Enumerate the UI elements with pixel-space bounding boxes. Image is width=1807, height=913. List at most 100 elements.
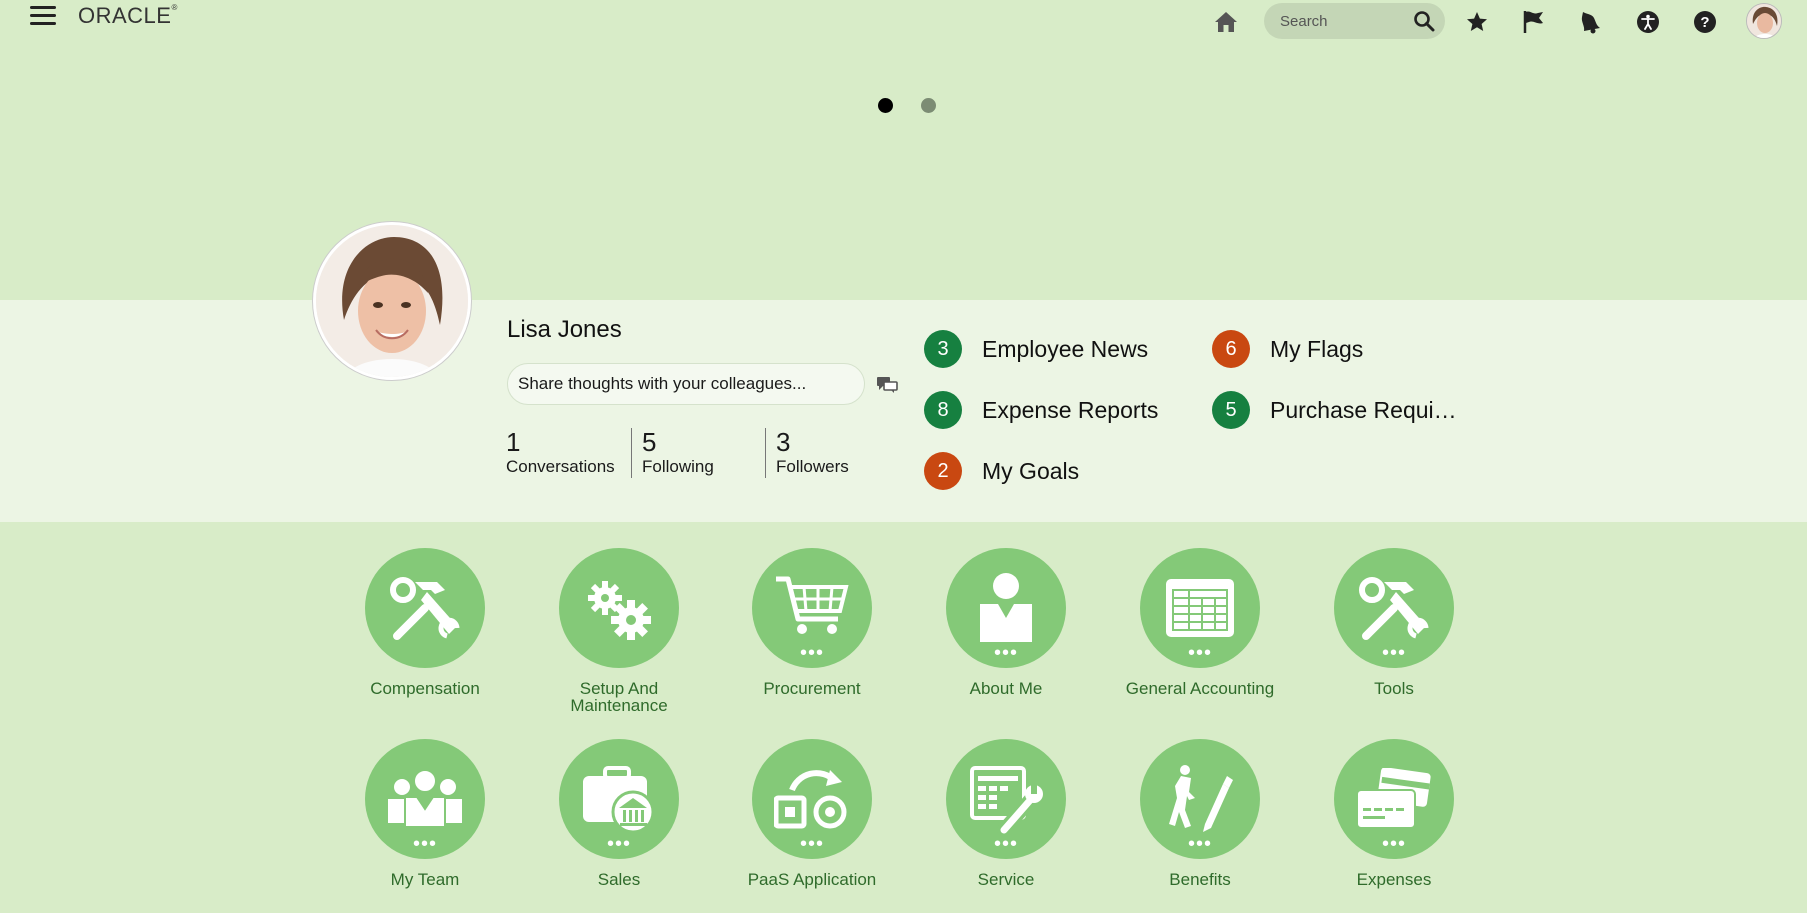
app-label: Benefits bbox=[1169, 870, 1231, 889]
team-icon bbox=[388, 769, 462, 828]
app-label: PaaS Application bbox=[747, 870, 877, 889]
accessibility-icon[interactable] bbox=[1634, 8, 1662, 36]
share-thoughts-field[interactable] bbox=[507, 363, 865, 405]
stat-label: Followers bbox=[776, 457, 849, 476]
profile-photo[interactable] bbox=[313, 222, 471, 380]
gears-icon bbox=[588, 581, 651, 640]
app-label: General Accounting bbox=[1125, 679, 1275, 698]
paas-icon bbox=[774, 770, 847, 829]
app-circle[interactable]: ••• bbox=[752, 548, 872, 668]
counter-label: My Flags bbox=[1270, 335, 1364, 362]
counter-badge: 3 bbox=[924, 330, 962, 368]
app-setup-and-maintenance[interactable]: Setup And Maintenance bbox=[529, 548, 709, 714]
app-circle[interactable]: ••• bbox=[752, 739, 872, 859]
app-circle[interactable]: ••• bbox=[1334, 548, 1454, 668]
notifications-bell-icon[interactable] bbox=[1577, 8, 1605, 36]
oracle-logo[interactable]: ORACLE® bbox=[78, 3, 178, 29]
stat-value: 3 bbox=[776, 427, 791, 457]
search-icon[interactable] bbox=[1413, 10, 1435, 37]
stat-following[interactable]: 5 Following bbox=[631, 428, 765, 478]
stat-conversations[interactable]: 1 Conversations bbox=[506, 428, 631, 478]
tools-icon bbox=[1359, 577, 1429, 640]
more-icon: ••• bbox=[799, 642, 825, 664]
app-my-team[interactable]: ••• My Team bbox=[335, 739, 515, 888]
stat-label: Following bbox=[642, 457, 714, 476]
app-circle[interactable] bbox=[559, 548, 679, 668]
global-header: ORACLE® ? bbox=[0, 0, 1807, 44]
app-label: Expenses bbox=[1356, 870, 1432, 889]
app-about-me[interactable]: ••• About Me bbox=[916, 548, 1096, 697]
benefits-icon bbox=[1169, 765, 1233, 832]
app-benefits[interactable]: ••• Benefits bbox=[1110, 739, 1290, 888]
logo-text: ORACLE bbox=[78, 3, 172, 28]
app-tools[interactable]: ••• Tools bbox=[1304, 548, 1484, 697]
carousel-dot-2[interactable] bbox=[921, 98, 936, 113]
more-icon: ••• bbox=[1187, 642, 1213, 664]
app-procurement[interactable]: ••• Procurement bbox=[722, 548, 902, 697]
counter-expense-reports[interactable]: 8 Expense Reports bbox=[924, 391, 1158, 429]
briefcase-bank-icon bbox=[583, 766, 655, 832]
counter-purchase-requisitions[interactable]: 5 Purchase Requi… bbox=[1212, 391, 1457, 429]
app-circle[interactable]: ••• bbox=[1334, 739, 1454, 859]
counter-badge: 5 bbox=[1212, 391, 1250, 429]
app-sales[interactable]: ••• Sales bbox=[529, 739, 709, 888]
home-icon[interactable] bbox=[1212, 8, 1240, 36]
counter-my-goals[interactable]: 2 My Goals bbox=[924, 452, 1079, 490]
app-circle[interactable]: ••• bbox=[946, 739, 1066, 859]
app-circle[interactable]: ••• bbox=[1140, 739, 1260, 859]
favorites-star-icon[interactable] bbox=[1463, 8, 1491, 36]
counter-label: My Goals bbox=[982, 457, 1080, 484]
stat-value: 1 bbox=[506, 427, 521, 457]
app-paas-application[interactable]: ••• PaaS Application bbox=[722, 739, 902, 888]
user-avatar[interactable] bbox=[1746, 3, 1782, 39]
cards-icon bbox=[1356, 768, 1431, 829]
conversation-icon[interactable] bbox=[876, 376, 898, 399]
counter-employee-news[interactable]: 3 Employee News bbox=[924, 330, 1148, 368]
social-stats: 1 Conversations 5 Following 3 Followers bbox=[506, 428, 865, 478]
app-label: Setup And Maintenance bbox=[570, 679, 668, 715]
app-service[interactable]: ••• Service bbox=[916, 739, 1096, 888]
more-icon: ••• bbox=[993, 642, 1019, 664]
app-circle[interactable] bbox=[365, 548, 485, 668]
help-icon[interactable]: ? bbox=[1691, 8, 1719, 36]
service-icon bbox=[970, 766, 1043, 834]
svg-text:?: ? bbox=[1700, 14, 1709, 31]
share-thoughts-input[interactable] bbox=[518, 374, 848, 394]
stat-followers[interactable]: 3 Followers bbox=[765, 428, 865, 478]
more-icon: ••• bbox=[1381, 833, 1407, 855]
more-icon: ••• bbox=[993, 833, 1019, 855]
app-label: Tools bbox=[1374, 679, 1414, 698]
hamburger-icon[interactable] bbox=[30, 6, 56, 28]
counter-label: Purchase Requi… bbox=[1270, 396, 1457, 423]
more-icon: ••• bbox=[606, 833, 632, 855]
profile-name[interactable]: Lisa Jones bbox=[507, 316, 622, 344]
more-icon: ••• bbox=[412, 833, 438, 855]
search-input[interactable] bbox=[1280, 12, 1400, 30]
counter-my-flags[interactable]: 6 My Flags bbox=[1212, 330, 1363, 368]
more-icon: ••• bbox=[799, 833, 825, 855]
app-expenses[interactable]: ••• Expenses bbox=[1304, 739, 1484, 888]
app-circle[interactable]: ••• bbox=[1140, 548, 1260, 668]
app-label: About Me bbox=[969, 679, 1043, 698]
counter-label: Employee News bbox=[982, 335, 1149, 362]
app-general-accounting[interactable]: ••• General Accounting bbox=[1110, 548, 1290, 697]
more-icon: ••• bbox=[1381, 642, 1407, 664]
app-circle[interactable]: ••• bbox=[559, 739, 679, 859]
app-compensation[interactable]: Compensation bbox=[335, 548, 515, 697]
app-label: Sales bbox=[597, 870, 641, 889]
counter-label: Expense Reports bbox=[982, 396, 1159, 423]
global-search[interactable] bbox=[1264, 3, 1445, 39]
flag-icon[interactable] bbox=[1520, 8, 1548, 36]
person-icon bbox=[980, 573, 1032, 642]
ledger-icon bbox=[1166, 579, 1234, 637]
stat-value: 5 bbox=[642, 427, 657, 457]
logo-registered: ® bbox=[171, 3, 178, 12]
app-label: Compensation bbox=[370, 679, 480, 698]
profile-band bbox=[0, 300, 1807, 522]
app-label: Procurement bbox=[763, 679, 861, 698]
carousel-dot-1[interactable] bbox=[878, 98, 893, 113]
app-circle[interactable]: ••• bbox=[365, 739, 485, 859]
more-icon: ••• bbox=[1187, 833, 1213, 855]
app-circle[interactable]: ••• bbox=[946, 548, 1066, 668]
counter-badge: 6 bbox=[1212, 330, 1250, 368]
